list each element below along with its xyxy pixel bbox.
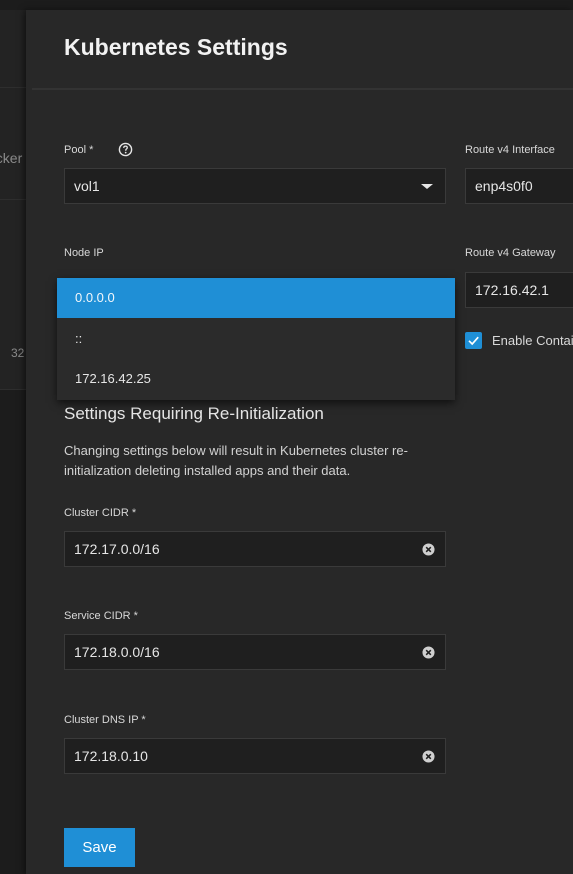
- pool-select[interactable]: vol1: [64, 168, 446, 204]
- service-cidr-value: 172.18.0.0/16: [74, 644, 160, 660]
- service-cidr-input[interactable]: 172.18.0.0/16: [64, 634, 446, 670]
- background-text: ocker: [0, 150, 23, 166]
- route-v4-interface-value: enp4s0f0: [475, 178, 533, 194]
- cluster-cidr-value: 172.17.0.0/16: [74, 541, 160, 557]
- kubernetes-settings-panel: Kubernetes Settings Pool * vol1 Route v4…: [26, 10, 573, 874]
- cluster-cidr-label: Cluster CIDR *: [64, 507, 137, 519]
- service-cidr-label: Service CIDR *: [64, 610, 138, 622]
- node-ip-label: Node IP: [64, 247, 104, 259]
- checkmark-icon: [468, 336, 479, 346]
- save-button[interactable]: Save: [64, 828, 135, 867]
- background-divider: [0, 389, 26, 390]
- background-sidebar: [0, 10, 26, 390]
- background-text: 32: [11, 346, 25, 360]
- cluster-dns-ip-label: Cluster DNS IP *: [64, 714, 146, 726]
- route-v4-gateway-value: 172.16.42.1: [475, 282, 549, 298]
- title-divider: [32, 88, 573, 90]
- cluster-dns-ip-value: 172.18.0.10: [74, 748, 148, 764]
- route-v4-interface-label: Route v4 Interface: [465, 144, 555, 156]
- node-ip-option[interactable]: 172.16.42.25: [57, 359, 455, 399]
- clear-icon[interactable]: [422, 543, 435, 556]
- node-ip-dropdown: 0.0.0.0 :: 172.16.42.25: [57, 278, 455, 400]
- node-ip-option[interactable]: ::: [57, 319, 455, 359]
- background-divider: [0, 199, 26, 200]
- cluster-dns-ip-input[interactable]: 172.18.0.10: [64, 738, 446, 774]
- panel-title: Kubernetes Settings: [64, 34, 288, 60]
- background-divider: [0, 87, 26, 88]
- enable-container-checkbox[interactable]: [465, 332, 482, 349]
- clear-icon[interactable]: [422, 750, 435, 763]
- route-v4-gateway-label: Route v4 Gateway: [465, 247, 556, 259]
- route-v4-interface-select[interactable]: enp4s0f0: [465, 168, 573, 204]
- pool-label: Pool *: [64, 144, 94, 156]
- section-heading: Settings Requiring Re-Initialization: [64, 404, 324, 423]
- clear-icon[interactable]: [422, 646, 435, 659]
- route-v4-gateway-input[interactable]: 172.16.42.1: [465, 272, 573, 308]
- cluster-cidr-input[interactable]: 172.17.0.0/16: [64, 531, 446, 567]
- question-circle-icon[interactable]: [118, 142, 133, 157]
- pool-value: vol1: [74, 178, 100, 194]
- section-description: Changing settings below will result in K…: [64, 443, 408, 478]
- node-ip-option[interactable]: 0.0.0.0: [57, 278, 455, 318]
- chevron-down-icon: [421, 184, 433, 189]
- enable-container-label: Enable Contai: [492, 333, 573, 348]
